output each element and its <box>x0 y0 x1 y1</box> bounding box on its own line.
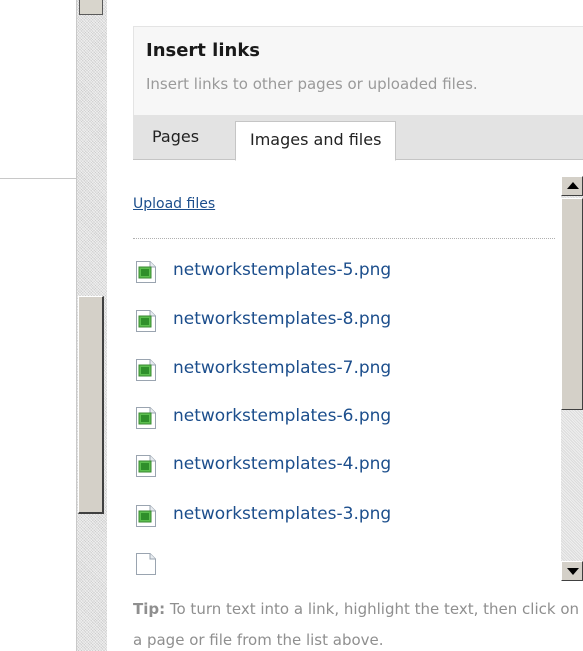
scroll-down-button[interactable] <box>561 561 583 581</box>
tip-label: Tip: <box>133 600 166 618</box>
file-name: networkstemplates-3.png <box>173 504 392 524</box>
app-window: Insert links Insert links to other pages… <box>0 0 583 651</box>
tip-body: To turn text into a link, highlight the … <box>133 600 580 649</box>
panel-subtitle: Insert links to other pages or uploaded … <box>146 75 478 93</box>
image-file-icon <box>136 359 156 381</box>
tab-bar: Pages Images and files <box>133 115 583 161</box>
image-file-icon <box>136 261 156 283</box>
panel-title: Insert links <box>146 40 261 61</box>
image-file-icon <box>136 455 156 477</box>
file-list-scrollbar[interactable] <box>561 176 583 581</box>
file-name: networkstemplates-7.png <box>173 358 392 378</box>
scroll-up-button[interactable] <box>561 176 583 196</box>
image-file-icon <box>136 310 156 332</box>
file-item[interactable]: networkstemplates-4.png <box>133 450 553 480</box>
file-list-scroll-thumb[interactable] <box>561 198 583 410</box>
file-item[interactable]: networkstemplates-7.png <box>133 354 553 384</box>
dotted-separator <box>133 238 555 239</box>
file-name: networkstemplates-6.png <box>173 406 392 426</box>
insert-links-panel: Insert links Insert links to other pages… <box>133 26 583 651</box>
page-scroll-button[interactable] <box>79 0 103 15</box>
arrow-up-icon <box>567 182 579 189</box>
file-item[interactable]: networkstemplates-6.png <box>133 402 553 432</box>
file-name: networkstemplates-8.png <box>173 309 392 329</box>
file-item[interactable]: networkstemplates-3.png <box>133 500 553 530</box>
file-name: networkstemplates-4.png <box>173 454 392 474</box>
tip-text: Tip: To turn text into a link, highlight… <box>133 594 583 651</box>
page-scrollbar[interactable] <box>76 0 107 651</box>
page-scroll-thumb[interactable] <box>78 296 104 514</box>
tab-images-and-files[interactable]: Images and files <box>235 121 397 161</box>
file-name: networkstemplates-5.png <box>173 260 392 280</box>
file-item[interactable]: networkstemplates-5.png <box>133 256 553 286</box>
file-list: networkstemplates-5.png networkstemplate… <box>133 256 553 580</box>
arrow-down-icon <box>567 568 579 575</box>
file-item-partial[interactable] <box>133 548 553 578</box>
image-file-icon <box>136 407 156 429</box>
tab-pages[interactable]: Pages <box>142 115 209 159</box>
image-file-icon <box>136 553 156 575</box>
image-file-icon <box>136 505 156 527</box>
file-item[interactable]: networkstemplates-8.png <box>133 305 553 335</box>
left-divider <box>0 178 76 179</box>
panel-header: Insert links Insert links to other pages… <box>133 26 583 115</box>
upload-files-link[interactable]: Upload files <box>133 196 215 212</box>
